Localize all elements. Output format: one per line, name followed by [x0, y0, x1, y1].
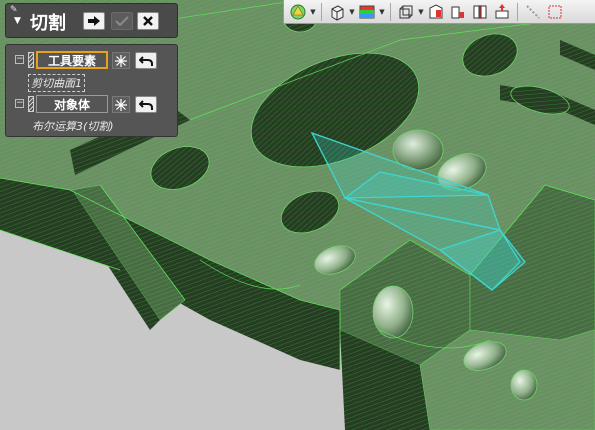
undo-arrow-icon: [139, 99, 153, 110]
collapse-triangle-icon[interactable]: ▼: [14, 16, 21, 26]
object-selected-item[interactable]: 布尔运算3(切割): [32, 118, 114, 134]
view-orientation-icon[interactable]: [326, 1, 348, 23]
collapse-toggle-tool[interactable]: −: [15, 55, 24, 64]
section-plane-icon[interactable]: [447, 1, 469, 23]
tool-element-label: 工具要素: [47, 53, 96, 68]
tool-undo-button[interactable]: [135, 52, 157, 69]
display-style-icon[interactable]: [287, 1, 309, 23]
cancel-button[interactable]: [137, 12, 159, 30]
chevron-down-icon[interactable]: ▼: [417, 1, 425, 23]
object-body-field[interactable]: 对象体: [36, 95, 108, 113]
toolbar-divider: [321, 2, 322, 21]
explode-icon[interactable]: [491, 1, 513, 23]
object-filter-button[interactable]: [112, 96, 130, 113]
apply-button[interactable]: [111, 12, 133, 30]
tool-selected-item[interactable]: 剪切曲面1: [28, 74, 85, 92]
tool-element-field[interactable]: 工具要素: [36, 51, 108, 69]
wireframe-box-icon[interactable]: [395, 1, 417, 23]
chevron-down-icon[interactable]: ▼: [348, 1, 356, 23]
undo-arrow-icon: [139, 55, 153, 66]
view-toolbar: ▼ ▼ ▼ ▼: [283, 0, 595, 24]
measure-icon[interactable]: [522, 1, 544, 23]
snowflake-icon: [115, 54, 127, 67]
command-title-bar: ✎ ▼ 切割: [5, 3, 178, 38]
toolbar-divider: [390, 2, 391, 21]
object-body-label: 对象体: [53, 97, 90, 112]
collapse-toggle-object[interactable]: −: [15, 99, 24, 108]
hatch-icon: [28, 96, 34, 112]
command-title: 切割: [30, 13, 66, 34]
snowflake-icon: [115, 98, 127, 111]
chevron-down-icon[interactable]: ▼: [378, 1, 386, 23]
tool-filter-button[interactable]: [112, 52, 130, 69]
close-icon: [143, 16, 153, 26]
hatch-icon: [28, 52, 34, 68]
toolbar-divider: [517, 2, 518, 21]
section-icon[interactable]: [425, 1, 447, 23]
command-panel: − 工具要素 剪切曲面1 − 对象体 布尔运算3(切割): [5, 44, 178, 137]
pin-icon[interactable]: ✎: [10, 5, 18, 15]
ok-button[interactable]: [83, 12, 105, 30]
checkmark-icon: [115, 16, 129, 27]
split-view-icon[interactable]: [469, 1, 491, 23]
arrow-right-icon: [88, 16, 100, 26]
render-color-icon[interactable]: [356, 1, 378, 23]
object-undo-button[interactable]: [135, 96, 157, 113]
chevron-down-icon[interactable]: ▼: [309, 1, 317, 23]
select-filter-icon[interactable]: [544, 1, 566, 23]
